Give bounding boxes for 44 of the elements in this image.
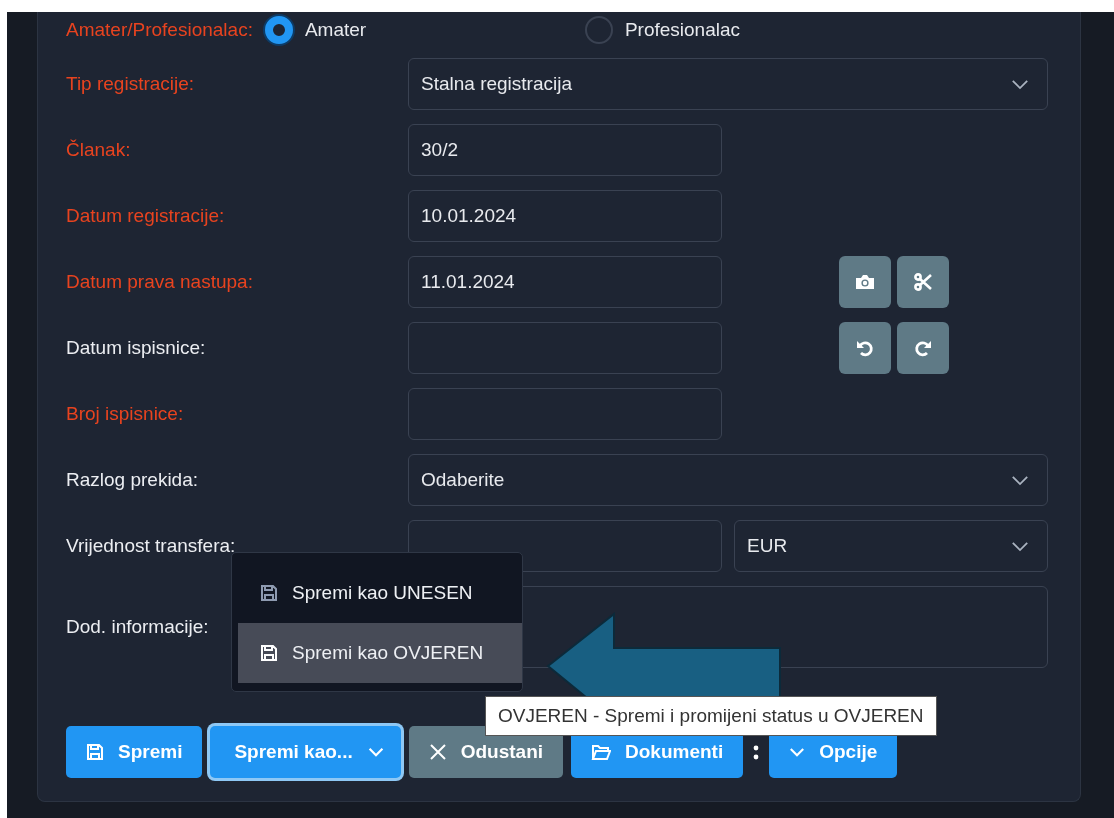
field-label: Dod. informacije: xyxy=(66,616,210,638)
currency-select[interactable]: EUR xyxy=(734,520,1048,572)
radio-label: Amater xyxy=(304,19,367,41)
radio-button[interactable] xyxy=(584,16,613,44)
tool-button[interactable] xyxy=(897,256,949,308)
chevron-icon xyxy=(1011,540,1029,552)
input-field[interactable] xyxy=(408,322,722,374)
field-label: Broj ispisnice: xyxy=(66,403,185,425)
field-label: Datum ispisnice: xyxy=(66,337,207,359)
tool-button[interactable] xyxy=(839,322,891,374)
caret-icon xyxy=(366,746,385,758)
field-label: Članak: xyxy=(66,139,132,161)
field-label: Datum registracije: xyxy=(66,205,226,227)
tool-button[interactable] xyxy=(897,322,949,374)
select-field[interactable]: Stalna registracija xyxy=(408,58,1048,110)
camera-icon xyxy=(855,274,875,290)
save-icon xyxy=(260,644,278,662)
action-button[interactable]: Odustani xyxy=(408,726,564,778)
save-icon xyxy=(260,584,278,602)
input-field[interactable]: 30/2 xyxy=(408,124,722,176)
select-field[interactable]: Odaberite xyxy=(408,454,1048,506)
caret-icon xyxy=(789,746,806,758)
field-label: Tip registracije: xyxy=(66,73,196,95)
menu-item[interactable]: Spremi kao OVJEREN xyxy=(238,623,522,683)
scissors-icon xyxy=(913,272,933,292)
field-label: Razlog prekida: xyxy=(66,469,200,491)
field-label: Vrijednost transfera: xyxy=(66,535,237,557)
folder-icon xyxy=(591,743,612,761)
radio-button[interactable] xyxy=(264,16,293,44)
chevron-icon xyxy=(1011,474,1029,486)
input-field[interactable] xyxy=(408,388,722,440)
menu-item[interactable]: Spremi kao UNESEN xyxy=(232,563,522,623)
redo-icon xyxy=(913,338,933,358)
save-icon xyxy=(86,743,104,761)
radio-label: Profesionalac xyxy=(624,19,741,41)
undo-icon xyxy=(855,338,875,358)
field-label: Datum prava nastupa: xyxy=(66,271,254,293)
input-field[interactable]: 10.01.2024 xyxy=(408,190,722,242)
field-label: Amater/Profesionalac: xyxy=(66,19,253,41)
close-icon xyxy=(428,743,447,761)
tooltip: OVJEREN - Spremi i promijeni status u OVJEREN xyxy=(485,696,937,736)
tool-button[interactable] xyxy=(839,256,891,308)
input-field[interactable]: 11.01.2024 xyxy=(408,256,722,308)
chevron-icon xyxy=(1011,78,1029,90)
